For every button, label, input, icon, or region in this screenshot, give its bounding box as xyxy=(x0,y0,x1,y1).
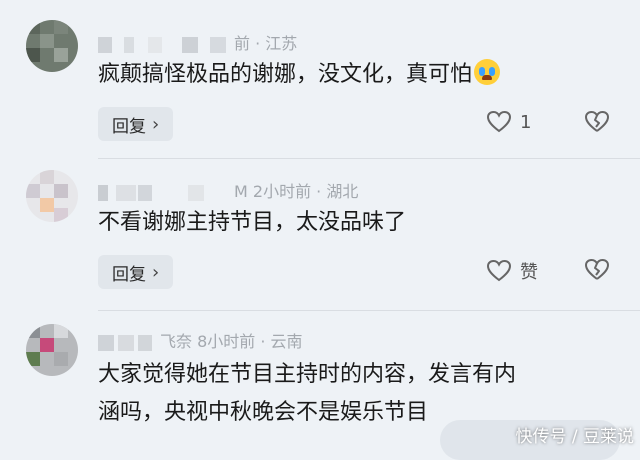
avatar[interactable] xyxy=(26,170,78,222)
comment-meta: 飞奈 8小时前 · 云南 xyxy=(98,328,303,352)
comment-item: M 2小时前 · 湖北 不看谢娜主持节目，太没品味了 回复 › 赞 xyxy=(0,160,640,310)
comment-text: 不看谢娜主持节目，太没品味了 xyxy=(98,210,407,235)
divider xyxy=(98,158,640,159)
reply-button[interactable]: 回复 › xyxy=(98,255,174,289)
divider xyxy=(98,310,640,311)
broken-heart-icon xyxy=(585,259,609,280)
chevron-right-icon: › xyxy=(152,113,160,135)
avatar[interactable] xyxy=(26,20,78,72)
comment-text: 疯颠搞怪极品的谢娜，没文化，真可怕 xyxy=(98,56,628,94)
reply-button[interactable]: 回复 › xyxy=(98,107,174,141)
time-location-label: 飞奈 8小时前 · 云南 xyxy=(160,332,303,351)
comment-item: 前 · 江苏 疯颠搞怪极品的谢娜，没文化，真可怕 回复 › 1 xyxy=(0,0,640,150)
crying-face-icon xyxy=(474,59,501,85)
broken-heart-icon xyxy=(585,111,609,132)
watermark-label: 快传号 / 豆莱说 xyxy=(515,427,634,447)
username-redacted xyxy=(98,36,228,53)
username-redacted xyxy=(98,184,228,201)
heart-icon xyxy=(486,259,512,282)
comment-meta: 前 · 江苏 xyxy=(98,30,297,54)
like-label: 赞 xyxy=(520,262,538,283)
heart-icon xyxy=(486,110,512,133)
like-count: 1 xyxy=(520,111,532,133)
dislike-button[interactable] xyxy=(584,258,610,286)
chevron-right-icon: › xyxy=(152,261,160,283)
username-redacted xyxy=(98,334,154,351)
dislike-button[interactable] xyxy=(584,110,610,138)
time-location-label: M 2小时前 · 湖北 xyxy=(234,182,359,201)
like-button[interactable]: 赞 xyxy=(486,258,538,284)
comment-meta: M 2小时前 · 湖北 xyxy=(98,178,358,202)
avatar[interactable] xyxy=(26,324,78,376)
time-location-label: 前 · 江苏 xyxy=(234,34,298,53)
like-button[interactable]: 1 xyxy=(486,110,531,134)
